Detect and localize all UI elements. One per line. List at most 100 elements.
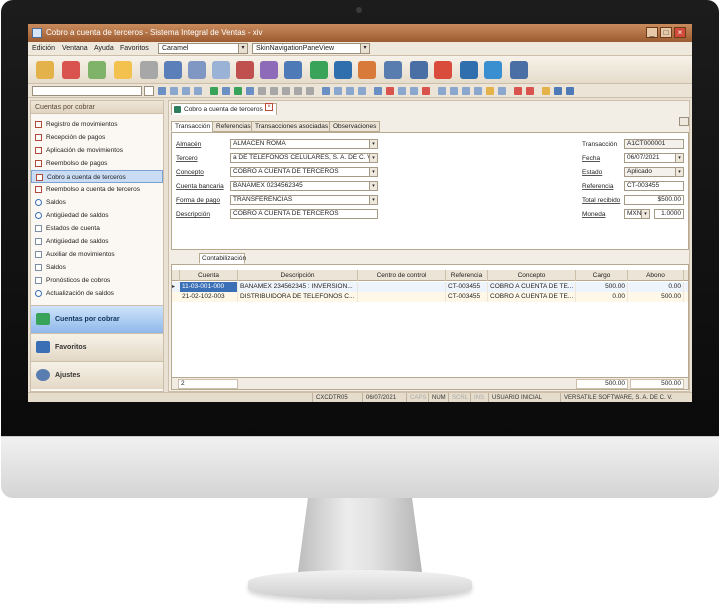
cell-abono[interactable]: 0.00	[628, 282, 684, 292]
user-icon[interactable]	[554, 87, 562, 95]
lock-icon[interactable]	[486, 87, 494, 95]
collapse-icon[interactable]	[679, 117, 689, 126]
mobile-phone-icon[interactable]	[410, 61, 428, 79]
chevron-down-icon[interactable]: ▾	[360, 44, 369, 53]
document-icon[interactable]	[188, 61, 206, 79]
nav-item-auxiliar-movimientos[interactable]: Auxiliar de movimientos	[31, 248, 163, 261]
check-icon[interactable]	[234, 87, 242, 95]
chevron-down-icon[interactable]: ▾	[369, 140, 377, 148]
cart-check-icon[interactable]	[88, 61, 106, 79]
cell-referencia[interactable]: CT-003455	[446, 292, 488, 302]
cell-cuenta[interactable]: 11-03-001-000	[180, 282, 238, 292]
referencia-input[interactable]: CT-003455	[624, 181, 684, 191]
chevron-down-icon[interactable]: ▾	[238, 44, 247, 53]
sort-icon[interactable]	[194, 87, 202, 95]
chevron-down-icon[interactable]: ▾	[369, 182, 377, 190]
tab-contabilizacion[interactable]: Contabilización	[199, 253, 246, 264]
barcode-icon[interactable]	[164, 61, 182, 79]
forma-pago-select[interactable]: TRANSFERENCIAS ▾	[230, 195, 378, 205]
tab-cobro-cuenta-terceros[interactable]: Cobro a cuenta de terceros	[171, 103, 277, 115]
tablet-icon[interactable]	[510, 61, 528, 79]
concepto-select[interactable]: COBRO A CUENTA DE TERCEROS ▾	[230, 167, 378, 177]
preview-icon[interactable]	[334, 87, 342, 95]
menu-favoritos[interactable]: Favoritos	[120, 45, 149, 52]
last-record-icon[interactable]	[306, 87, 314, 95]
total-recibido-input[interactable]: $500.00	[624, 195, 684, 205]
nav-item-registro-movimientos[interactable]: Registro de movimientos	[31, 118, 163, 131]
nav-item-antiguedad-saldos-reporte[interactable]: Antigüedad de saldos	[31, 235, 163, 248]
maximize-button[interactable]: □	[660, 27, 672, 38]
copy-icon[interactable]	[358, 87, 366, 95]
nav-style-select[interactable]: SkinNavigationPaneView ▾	[252, 43, 370, 54]
tercero-select[interactable]: a DE TELEFONOS CELULARES, S. A. DE C. V.…	[230, 153, 378, 163]
cell-abono[interactable]: 500.00	[628, 292, 684, 302]
paste-icon[interactable]	[398, 87, 406, 95]
menu-ayuda[interactable]: Ayuda	[94, 45, 114, 52]
cell-descripcion[interactable]: DISTRIBUIDORA DE TELEFONOS C...	[238, 292, 358, 302]
nav-item-saldos-reporte[interactable]: Saldos	[31, 261, 163, 274]
cuenta-bancaria-select[interactable]: BANAMEX 0234562345 ▾	[230, 181, 378, 191]
estado-select[interactable]: Aplicado ▾	[624, 167, 684, 177]
cash-register-icon[interactable]	[236, 61, 254, 79]
cell-concepto[interactable]: COBRO A CUENTA DE TE...	[488, 292, 576, 302]
list-icon[interactable]	[438, 87, 446, 95]
chevron-down-icon[interactable]: ▾	[675, 168, 683, 176]
sync-icon[interactable]	[484, 61, 502, 79]
mail-icon[interactable]	[474, 87, 482, 95]
tools-icon[interactable]	[460, 61, 478, 79]
id-card-icon[interactable]	[212, 61, 230, 79]
nav-item-reembolso-cuenta-terceros[interactable]: Reembolso a cuenta de terceros	[31, 183, 163, 196]
column-header-cargo[interactable]: Cargo	[576, 270, 628, 281]
previous-record-icon[interactable]	[282, 87, 290, 95]
menu-edicion[interactable]: Edición	[32, 45, 55, 52]
chevron-down-icon[interactable]: ▾	[369, 154, 377, 162]
undo-icon[interactable]	[258, 87, 266, 95]
moneda-select[interactable]: MXN ▾	[624, 209, 650, 219]
export-icon[interactable]	[346, 87, 354, 95]
column-header-descripcion[interactable]: Descripción	[238, 270, 358, 281]
nav-item-aplicacion-movimientos[interactable]: Aplicación de movimientos	[31, 144, 163, 157]
search-input[interactable]	[32, 86, 142, 96]
fecha-picker[interactable]: 06/07/2021 ▾	[624, 153, 684, 163]
cell-referencia[interactable]: CT-003455	[446, 282, 488, 292]
save-icon[interactable]	[246, 87, 254, 95]
edit-icon[interactable]	[222, 87, 230, 95]
print-icon[interactable]	[322, 87, 330, 95]
nav-item-cobro-cuenta-terceros[interactable]: Cobro a cuenta de terceros	[31, 170, 163, 183]
nav-item-saldos[interactable]: Saldos	[31, 196, 163, 209]
close-tab-icon[interactable]: ×	[265, 103, 273, 111]
tab-transaccion[interactable]: Transacción	[171, 121, 215, 132]
filter-icon[interactable]	[170, 87, 178, 95]
factory-icon[interactable]	[140, 61, 158, 79]
hand-coins-icon[interactable]	[114, 61, 132, 79]
nav-item-estados-cuenta[interactable]: Estados de cuenta	[31, 222, 163, 235]
money-icon[interactable]	[310, 61, 328, 79]
almacen-select[interactable]: ALMACEN ROMA ▾	[230, 139, 378, 149]
delete-icon[interactable]	[386, 87, 394, 95]
nav-item-pronosticos-cobros[interactable]: Pronósticos de cobros	[31, 274, 163, 287]
cell-cuenta[interactable]: 21-02-102-003	[180, 292, 238, 302]
calendar-icon[interactable]	[358, 61, 376, 79]
chevron-down-icon[interactable]: ▾	[369, 168, 377, 176]
close-button[interactable]: ×	[674, 27, 686, 38]
user-group-icon[interactable]	[566, 87, 574, 95]
descripcion-input[interactable]: COBRO A CUENTA DE TERCEROS	[230, 209, 378, 219]
power-icon[interactable]	[526, 87, 534, 95]
eraser-icon[interactable]	[422, 87, 430, 95]
chevron-down-icon[interactable]: ▾	[369, 196, 377, 204]
cell-descripcion[interactable]: BANAMEX 234562345 : INVERSION...	[238, 282, 358, 292]
column-header-abono[interactable]: Abono	[628, 270, 684, 281]
shopping-cart-icon[interactable]	[62, 61, 80, 79]
users-icon[interactable]	[284, 61, 302, 79]
next-record-icon[interactable]	[294, 87, 302, 95]
table-icon[interactable]	[462, 87, 470, 95]
column-header-cuenta[interactable]: Cuenta	[180, 270, 238, 281]
chevron-down-icon[interactable]: ▾	[675, 154, 683, 162]
cell-centro-control[interactable]	[358, 282, 446, 292]
nav-group-favoritos[interactable]: Favoritos	[31, 333, 163, 361]
cell-centro-control[interactable]	[358, 292, 446, 302]
alert-icon[interactable]	[542, 87, 550, 95]
report-icon[interactable]	[260, 61, 278, 79]
search-icon[interactable]	[144, 86, 154, 96]
nav-item-reembolso-pagos[interactable]: Reembolso de pagos	[31, 157, 163, 170]
